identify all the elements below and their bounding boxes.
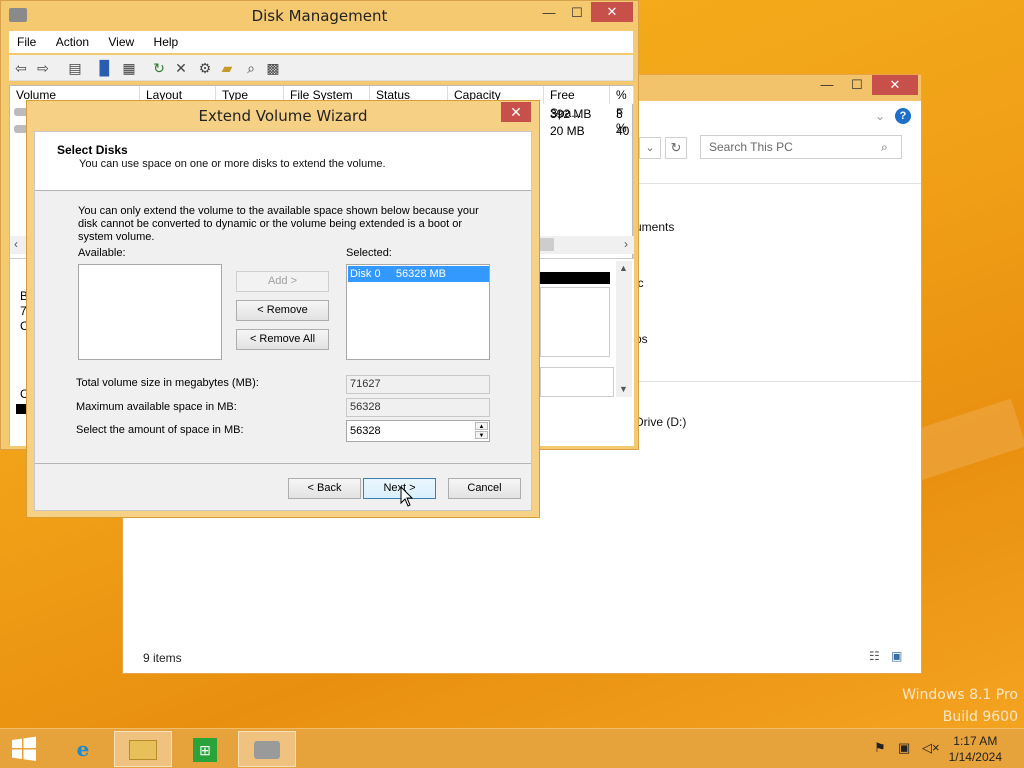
amount-label: Select the amount of space in MB: [76,424,244,436]
start-icon[interactable] [0,731,48,767]
amount-value[interactable]: 56328 [350,425,381,437]
system-clock[interactable]: 1:17 AM 1/14/2024 [949,733,1002,765]
selected-label: Selected: [346,247,392,259]
spin-up-icon[interactable]: ▲ [475,422,488,430]
menu-file[interactable]: File [9,31,44,53]
column-free-space[interactable]: Free Spa... [544,86,610,120]
cancel-button[interactable]: Cancel [448,478,521,499]
available-disks-list[interactable] [78,264,222,360]
amount-spinbox[interactable]: 56328 ▲ ▼ [346,420,490,442]
search-input[interactable]: Search This PC [700,135,902,159]
dm-maximize-button[interactable]: ☐ [563,3,591,23]
help-book-icon[interactable]: ▉ [95,58,115,78]
nav-item-drive-d[interactable]: Drive (D:) [635,415,686,429]
menu-view[interactable]: View [100,31,142,53]
max-space-field: 56328 [346,398,490,417]
explorer-divider [631,183,921,184]
partition-header-bar [540,272,610,284]
wizard-close-button[interactable]: ✕ [501,102,531,122]
toolbar: ⇦ ⇨ ▤ ▉ ▦ ↻ ✕ ⚙ ▰ ⌕ ▩ [9,55,633,81]
partition-block[interactable] [540,287,610,357]
disk-management-icon[interactable] [238,731,296,767]
explorer-status-text: 9 items [143,651,182,665]
explorer-minimize-button[interactable]: — [812,75,842,95]
scroll-right-icon[interactable]: › [624,237,628,251]
explorer-maximize-button[interactable]: ☐ [842,75,872,95]
ribbon-expand-icon[interactable]: ⌄ [875,109,885,123]
show-hide-tree-icon[interactable]: ▤ [65,58,85,78]
column-percent-free[interactable]: % F [610,86,634,120]
extend-volume-wizard-dialog[interactable]: Extend Volume Wizard ✕ Select Disks You … [26,100,540,518]
total-size-field: 71627 [346,375,490,394]
spin-down-icon[interactable]: ▼ [475,431,488,439]
dm-close-button[interactable]: ✕ [591,2,633,22]
properties-icon[interactable]: ▦ [119,58,139,78]
help-icon[interactable]: ? [895,108,911,124]
add-button[interactable]: Add > [236,271,329,292]
row-percent-free: 40 [616,124,630,138]
volume-muted-icon[interactable]: ◁× [922,740,940,756]
details-view-icon[interactable]: ☷ [869,649,880,663]
wizard-step-title: Select Disks [57,143,128,157]
dm-minimize-button[interactable]: — [535,3,563,23]
taskbar: e ⊞ ⚑ ▣ ◁× 1:17 AM 1/14/2024 [0,728,1024,768]
row-free-space: 20 MB [550,124,585,138]
watermark-build: Build 9600 [942,709,1018,725]
action-center-flag-icon[interactable]: ⚑ [874,740,886,756]
max-space-label: Maximum available space in MB: [76,401,237,413]
vertical-scrollbar[interactable] [616,261,632,397]
grid-icon[interactable]: ▩ [263,58,283,78]
os-watermark: Windows 8.1 Pro Build 9600 [902,684,1018,728]
open-folder-icon[interactable]: ▰ [217,58,237,78]
unallocated-legend-swatch [16,404,26,414]
wizard-footer-separator [35,463,531,464]
settings-icon[interactable]: ⚙ [195,58,215,78]
menu-bar: File Action View Help [9,31,633,53]
wizard-body: Select Disks You can use space on one or… [34,131,532,511]
explorer-divider-2 [631,381,921,382]
network-icon[interactable]: ▣ [898,740,910,756]
row-free-space: 392 MB [550,107,592,121]
scroll-down-icon[interactable]: ▼ [619,384,628,394]
wizard-header: Select Disks You can use space on one or… [35,132,531,191]
selected-disk-item[interactable]: Disk 0 56328 MB [348,266,489,282]
menu-help[interactable]: Help [146,31,187,53]
nav-item-documents[interactable]: uments [635,220,674,234]
remove-all-button[interactable]: < Remove All [236,329,329,350]
remove-button[interactable]: < Remove [236,300,329,321]
menu-action[interactable]: Action [48,31,97,53]
partition-block[interactable] [540,367,614,397]
scroll-up-icon[interactable]: ▲ [619,263,628,273]
delete-icon[interactable]: ✕ [171,58,191,78]
total-size-label: Total volume size in megabytes (MB): [76,377,259,389]
available-label: Available: [78,247,126,259]
clock-time: 1:17 AM [953,734,998,748]
refresh-icon[interactable]: ↻ [665,137,687,159]
forward-arrow-icon[interactable]: ⇨ [33,58,53,78]
store-icon[interactable]: ⊞ [176,731,234,767]
selected-disks-list[interactable]: Disk 0 56328 MB [346,264,490,360]
wizard-step-subtitle: You can use space on one or more disks t… [79,158,386,170]
scroll-thumb[interactable] [540,238,554,251]
large-icons-view-icon[interactable]: ▣ [891,649,902,663]
find-icon[interactable]: ⌕ [241,58,261,78]
clock-date: 1/14/2024 [948,750,1002,764]
watermark-edition: Windows 8.1 Pro [902,687,1018,703]
back-arrow-icon[interactable]: ⇦ [11,58,31,78]
address-dropdown-icon[interactable]: ⌄ [639,137,661,159]
wizard-description: You can only extend the volume to the av… [78,205,479,243]
scroll-left-icon[interactable]: ‹ [14,237,18,251]
internet-explorer-icon[interactable]: e [54,731,112,767]
refresh-icon[interactable]: ↻ [149,58,169,78]
mouse-pointer-icon [400,486,414,507]
back-button[interactable]: < Back [288,478,361,499]
explorer-close-button[interactable]: ✕ [872,75,918,95]
search-icon[interactable]: ⌕ [881,140,888,155]
file-explorer-icon[interactable] [114,731,172,767]
wizard-title: Extend Volume Wizard [198,107,368,125]
